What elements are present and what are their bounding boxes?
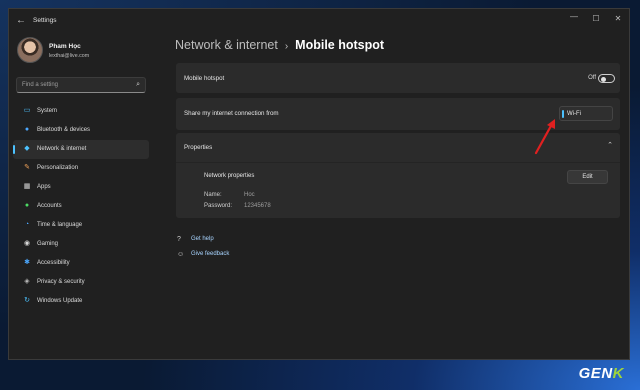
sidebar-item-label: Accounts (37, 203, 62, 209)
sidebar-item-label: Apps (37, 184, 51, 190)
breadcrumb: Network & internet › Mobile hotspot (175, 38, 384, 52)
breadcrumb-parent[interactable]: Network & internet (175, 38, 278, 52)
sidebar-item-personalization[interactable]: ✎ Personalization (13, 159, 149, 178)
close-button[interactable]: ✕ (611, 14, 625, 23)
user-name: Pham Học (49, 43, 81, 50)
title-bar: ← Settings — ☐ ✕ (9, 9, 629, 35)
shield-icon: ◈ (24, 278, 30, 285)
search-input[interactable]: Find a setting ⌕ (16, 77, 146, 93)
give-feedback-label: Give feedback (191, 251, 230, 257)
share-connection-value: Wi-Fi (567, 111, 581, 117)
sidebar-nav: ▭ System ● Bluetooth & devices ◆ Network… (13, 102, 149, 311)
system-icon: ▭ (23, 107, 31, 114)
sidebar-item-label: Network & internet (37, 146, 87, 152)
chevron-up-icon[interactable]: ⌃ (607, 141, 613, 149)
mobile-hotspot-toggle[interactable] (598, 74, 615, 83)
search-placeholder: Find a setting (22, 82, 59, 88)
properties-card: Properties ⌃ Network properties Edit Nam… (176, 133, 620, 218)
mobile-hotspot-label: Mobile hotspot (184, 75, 225, 82)
name-label: Name: (204, 192, 222, 198)
divider (176, 162, 620, 163)
minimize-button[interactable]: — (567, 12, 581, 21)
sidebar-item-label: System (37, 108, 58, 114)
toggle-knob (601, 76, 606, 82)
sidebar-item-label: Bluetooth & devices (37, 127, 91, 133)
sidebar-item-privacy[interactable]: ◈ Privacy & security (13, 273, 149, 292)
update-icon: ↻ (24, 297, 30, 304)
search-icon[interactable]: ⌕ (136, 81, 140, 89)
give-feedback-link[interactable]: ☺ Give feedback (177, 251, 230, 258)
sidebar-item-gaming[interactable]: ◉ Gaming (13, 235, 149, 254)
page-title: Mobile hotspot (295, 38, 385, 52)
maximize-button[interactable]: ☐ (589, 14, 603, 23)
sidebar-item-system[interactable]: ▭ System (13, 102, 149, 121)
user-email: lexthai@live.com (49, 53, 90, 59)
sidebar-item-label: Personalization (37, 165, 79, 171)
name-value: Hoc (244, 192, 255, 198)
person-icon: ● (24, 202, 30, 209)
get-help-label: Get help (191, 236, 214, 242)
sidebar-item-label: Windows Update (37, 298, 83, 304)
watermark-logo: GENK (579, 365, 624, 382)
accessibility-icon: ✱ (24, 259, 30, 266)
sidebar-item-time-language[interactable]: ◔ Time & language (13, 216, 149, 235)
breadcrumb-separator-icon: › (284, 41, 289, 52)
back-arrow-icon[interactable]: ← (16, 15, 26, 26)
feedback-icon: ☺ (177, 251, 185, 258)
sidebar-item-accessibility[interactable]: ✱ Accessibility (13, 254, 149, 273)
share-connection-label: Share my internet connection from (184, 110, 279, 117)
watermark-accent: K (612, 365, 624, 382)
sidebar-item-accounts[interactable]: ● Accounts (13, 197, 149, 216)
share-connection-select[interactable]: Wi-Fi (559, 106, 613, 121)
help-icon: ? (177, 236, 181, 243)
properties-title: Properties (184, 144, 213, 151)
bluetooth-icon: ● (24, 126, 30, 133)
password-value: 12345678 (244, 203, 271, 209)
apps-icon: ▦ (23, 183, 31, 190)
sidebar-item-network[interactable]: ◆ Network & internet (13, 140, 149, 159)
sidebar-item-bluetooth[interactable]: ● Bluetooth & devices (13, 121, 149, 140)
watermark-main: GEN (578, 365, 613, 382)
toggle-state-text: Off (588, 75, 596, 81)
app-title: Settings (33, 17, 57, 24)
share-connection-card: Share my internet connection from Wi-Fi (176, 98, 620, 130)
sidebar-item-label: Accessibility (37, 260, 70, 266)
settings-window: ← Settings — ☐ ✕ Pham Học lexthai@live.c… (8, 8, 630, 360)
edit-button[interactable]: Edit (567, 170, 608, 184)
sidebar-item-label: Time & language (37, 222, 83, 228)
avatar[interactable] (17, 37, 43, 63)
network-properties-label: Network properties (204, 173, 255, 179)
controller-icon: ◉ (23, 240, 31, 247)
mobile-hotspot-card: Mobile hotspot Off (176, 63, 620, 93)
sidebar-item-label: Privacy & security (37, 279, 85, 285)
wifi-icon: ◆ (24, 145, 30, 152)
sidebar-item-label: Gaming (37, 241, 59, 247)
sidebar-item-apps[interactable]: ▦ Apps (13, 178, 149, 197)
get-help-link[interactable]: ? Get help (177, 236, 214, 243)
brush-icon: ✎ (24, 164, 30, 171)
password-label: Password: (204, 203, 233, 209)
sidebar-item-windows-update[interactable]: ↻ Windows Update (13, 292, 149, 311)
clock-icon: ◔ (24, 221, 30, 228)
